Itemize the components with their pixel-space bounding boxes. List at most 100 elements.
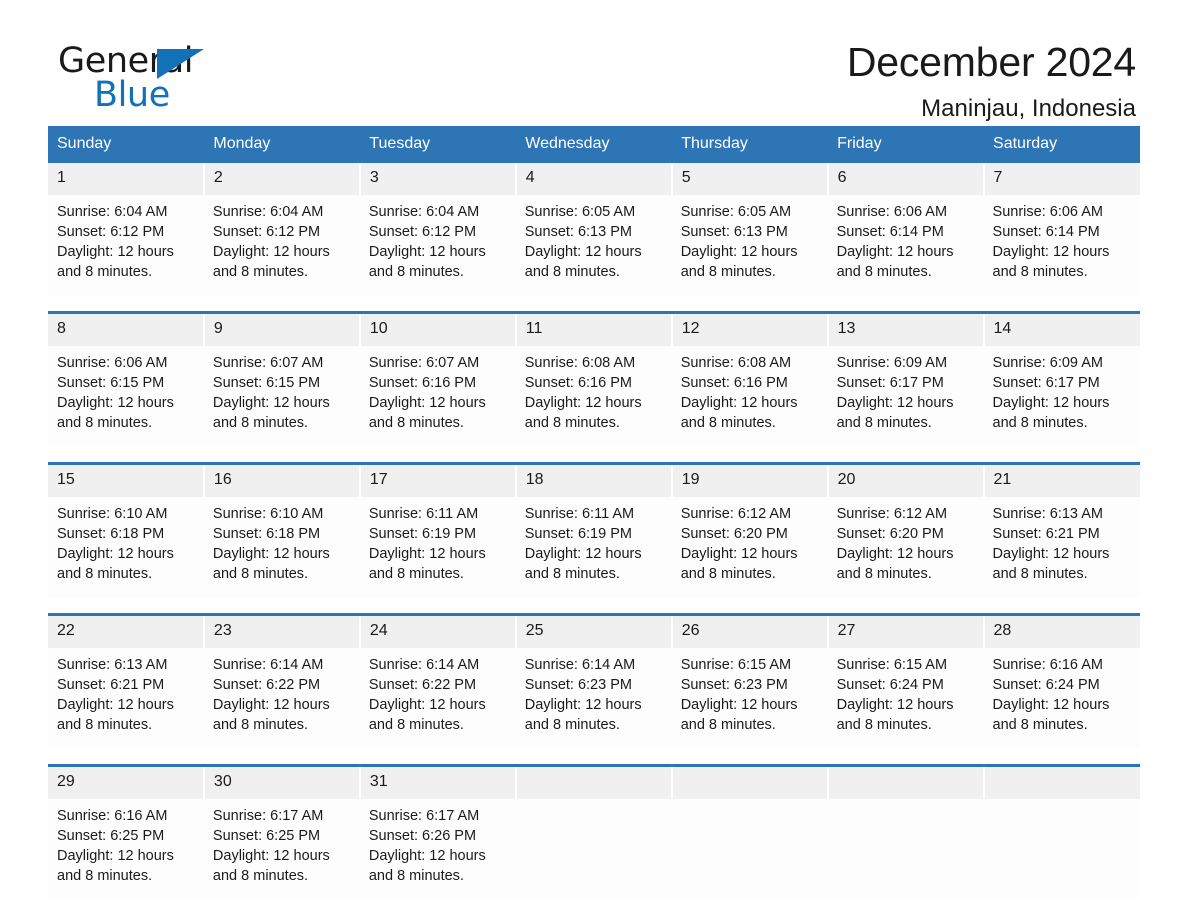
week-detail-row: Sunrise: 6:04 AM Sunset: 6:12 PM Daylight:… [48,195,1140,296]
day-number[interactable]: 7 [983,163,1140,195]
day-number[interactable]: 12 [671,311,829,346]
week-separator [48,749,1140,766]
day-number-empty [827,764,985,799]
daylight-duration-line2: and 8 minutes. [212,566,309,582]
week-separator-cell [48,749,204,766]
sunset-time: Sunset: 6:20 PM [680,526,788,542]
day-number[interactable]: 23 [203,613,361,648]
day-detail-cell-empty [983,799,1140,900]
sunset-time: Sunset: 6:16 PM [524,375,632,391]
day-number[interactable]: 5 [671,163,829,195]
day-number[interactable]: 13 [827,311,985,346]
day-detail-cell: Sunrise: 6:11 AM Sunset: 6:19 PM Daylight:… [359,497,516,598]
day-number[interactable]: 26 [671,613,829,648]
week-separator-cell [827,296,984,313]
sunrise-time: Sunrise: 6:13 AM [57,657,168,673]
day-detail-cell-empty [515,799,672,900]
day-detail-cell-empty [671,799,828,900]
day-number[interactable]: 10 [359,311,517,346]
day-number[interactable]: 16 [203,462,361,497]
sunset-time: Sunset: 6:25 PM [212,828,321,844]
week-separator-cell [515,749,672,766]
sunset-time: Sunset: 6:20 PM [836,526,944,542]
daylight-duration-line1: Daylight: 12 hours [57,244,174,260]
day-number[interactable]: 25 [515,613,673,648]
daylight-duration-line2: and 8 minutes. [57,868,153,884]
day-number[interactable]: 15 [48,462,205,497]
week-separator-cell [515,598,672,615]
sunrise-time: Sunrise: 6:08 AM [524,355,636,371]
daylight-duration-line1: Daylight: 12 hours [680,395,798,411]
weekday-header-friday: Friday [827,126,985,163]
weekday-header-sunday: Sunday [48,126,205,163]
day-number[interactable]: 17 [359,462,517,497]
day-number[interactable]: 19 [671,462,829,497]
day-detail-cell: Sunrise: 6:09 AM Sunset: 6:17 PM Daylight:… [827,346,984,447]
daylight-duration-line2: and 8 minutes. [57,717,153,733]
day-number[interactable]: 14 [983,311,1140,346]
daylight-duration-line1: Daylight: 12 hours [368,395,486,411]
daylight-duration-line1: Daylight: 12 hours [368,546,486,562]
weekday-header-saturday: Saturday [983,126,1140,163]
day-number[interactable]: 1 [48,163,205,195]
calendar-body: 1 2 3 4 5 6 7 Sunrise: 6:04 AM Sunset: 6:12 PM Da… [48,163,1140,900]
daylight-duration-line2: and 8 minutes. [680,717,776,733]
daylight-duration-line2: and 8 minutes. [836,566,932,582]
day-number[interactable]: 27 [827,613,985,648]
sunrise-time: Sunrise: 6:17 AM [212,808,324,824]
day-number[interactable]: 22 [48,613,205,648]
day-number[interactable]: 18 [515,462,673,497]
daylight-duration-line2: and 8 minutes. [524,566,620,582]
day-number[interactable]: 2 [203,163,361,195]
sunrise-time: Sunrise: 6:05 AM [524,204,636,220]
day-number[interactable]: 24 [359,613,517,648]
sunrise-time: Sunrise: 6:12 AM [680,506,792,522]
logo-text-blue: Blue [94,75,170,115]
daylight-duration-line1: Daylight: 12 hours [57,848,174,864]
daylight-duration-line2: and 8 minutes. [524,415,620,431]
week-separator-cell [983,447,1140,464]
week-separator-cell [359,749,516,766]
day-number[interactable]: 20 [827,462,985,497]
day-detail-cell: Sunrise: 6:10 AM Sunset: 6:18 PM Daylight:… [48,497,204,598]
daylight-duration-line1: Daylight: 12 hours [212,395,330,411]
day-detail-cell: Sunrise: 6:04 AM Sunset: 6:12 PM Daylight:… [203,195,360,296]
day-number[interactable]: 21 [983,462,1140,497]
daylight-duration-line2: and 8 minutes. [368,868,464,884]
day-number[interactable]: 11 [515,311,673,346]
day-number[interactable]: 4 [515,163,673,195]
sunrise-time: Sunrise: 6:06 AM [57,355,168,371]
day-number[interactable]: 29 [48,764,205,799]
sunrise-time: Sunrise: 6:16 AM [57,808,168,824]
week-separator-cell [983,749,1140,766]
daylight-duration-line1: Daylight: 12 hours [524,244,642,260]
daylight-duration-line1: Daylight: 12 hours [57,546,174,562]
day-detail-cell: Sunrise: 6:04 AM Sunset: 6:12 PM Daylight:… [48,195,204,296]
day-number[interactable]: 28 [983,613,1140,648]
calendar-page: General Blue December 2024 Maninjau, Ind… [0,0,1188,918]
sunrise-time: Sunrise: 6:14 AM [368,657,480,673]
sunrise-time: Sunrise: 6:15 AM [680,657,792,673]
sunrise-time: Sunrise: 6:12 AM [836,506,948,522]
daylight-duration-line2: and 8 minutes. [524,717,620,733]
day-detail-cell: Sunrise: 6:11 AM Sunset: 6:19 PM Daylight:… [515,497,672,598]
week-separator-cell [203,447,360,464]
week-daynumber-row: 29 30 31 [48,764,1140,799]
day-number[interactable]: 9 [203,311,361,346]
sunset-time: Sunset: 6:12 PM [57,224,165,240]
daylight-duration-line1: Daylight: 12 hours [680,244,798,260]
day-detail-cell: Sunrise: 6:17 AM Sunset: 6:26 PM Daylight:… [359,799,516,900]
day-detail-cell: Sunrise: 6:08 AM Sunset: 6:16 PM Daylight:… [671,346,828,447]
sunrise-time: Sunrise: 6:09 AM [992,355,1103,371]
day-detail-cell: Sunrise: 6:14 AM Sunset: 6:22 PM Daylight:… [203,648,360,749]
day-number[interactable]: 30 [203,764,361,799]
day-number[interactable]: 8 [48,311,205,346]
day-number[interactable]: 3 [359,163,517,195]
daylight-duration-line1: Daylight: 12 hours [212,697,330,713]
day-number[interactable]: 31 [359,764,517,799]
sunset-time: Sunset: 6:14 PM [836,224,944,240]
sunset-time: Sunset: 6:19 PM [524,526,632,542]
sunset-time: Sunset: 6:19 PM [368,526,477,542]
day-number[interactable]: 6 [827,163,985,195]
day-detail-cell: Sunrise: 6:15 AM Sunset: 6:24 PM Daylight:… [827,648,984,749]
